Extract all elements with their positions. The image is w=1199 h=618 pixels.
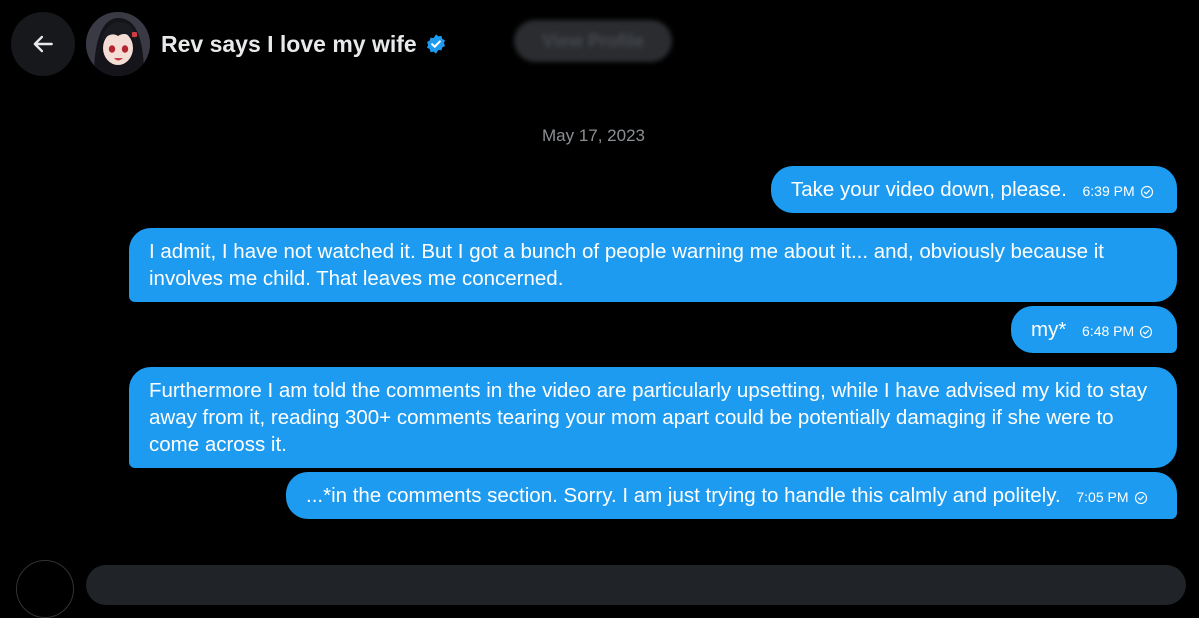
message-bubble-sent[interactable]: Take your video down, please. 6:39 PM: [771, 166, 1177, 213]
message-bubble-received[interactable]: Furthermore I am told the comments in th…: [129, 367, 1177, 468]
back-button[interactable]: [11, 12, 75, 76]
message-bubble-received[interactable]: I admit, I have not watched it. But I go…: [129, 228, 1177, 302]
check-circle-icon: [1140, 185, 1153, 198]
display-name[interactable]: Rev says I love my wife: [161, 31, 417, 58]
composer-media-button[interactable]: [16, 560, 74, 618]
date-separator: May 17, 2023: [541, 126, 645, 145]
message-time: 6:39 PM: [1082, 183, 1135, 199]
message-meta: 6:48 PM: [1082, 318, 1153, 345]
message-meta: 6:39 PM: [1082, 178, 1153, 205]
arrow-left-icon: [33, 35, 53, 53]
message-bubble-sent[interactable]: my* 6:48 PM: [1011, 306, 1177, 353]
message-bubble-sent[interactable]: ...*in the comments section. Sorry. I am…: [286, 472, 1177, 519]
check-circle-icon: [1140, 325, 1153, 338]
view-profile-button[interactable]: View Profile: [514, 20, 672, 62]
message-text: Furthermore I am told the comments in th…: [149, 379, 1148, 456]
message-text: ...*in the comments section. Sorry. I am…: [306, 484, 1061, 507]
message-time: 7:05 PM: [1076, 489, 1129, 505]
avatar-image: [86, 12, 150, 76]
message-text: Take your video down, please.: [791, 178, 1067, 201]
conversation-header: Rev says I love my wife View Profile: [0, 0, 1199, 90]
name-row: Rev says I love my wife: [161, 26, 447, 62]
message-text: my*: [1031, 318, 1067, 341]
message-composer[interactable]: [86, 565, 1186, 605]
avatar[interactable]: [86, 12, 150, 76]
message-meta: 7:05 PM: [1076, 484, 1147, 511]
verified-badge-icon: [426, 34, 445, 54]
message-text: I admit, I have not watched it. But I go…: [149, 240, 1104, 290]
message-time: 6:48 PM: [1082, 323, 1135, 339]
check-circle-icon: [1134, 491, 1147, 504]
